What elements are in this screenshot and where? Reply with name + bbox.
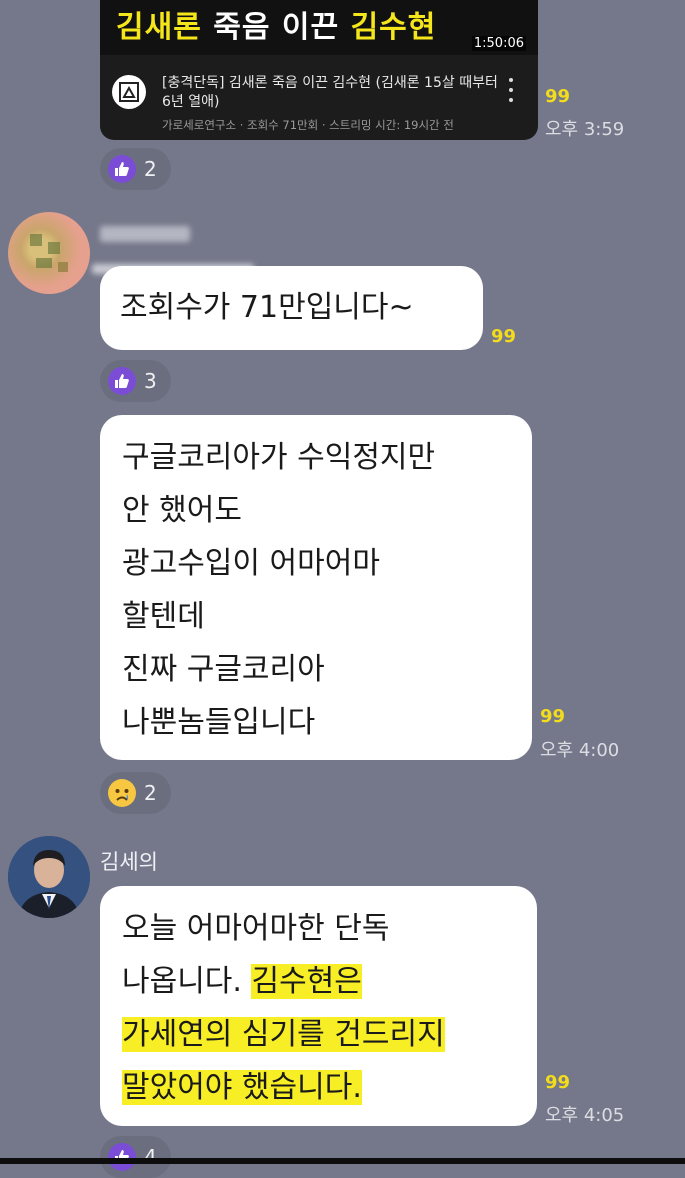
thumbs-up-icon bbox=[108, 155, 136, 183]
video-duration: 1:50:06 bbox=[471, 36, 526, 51]
read-count: 99 bbox=[545, 1072, 571, 1093]
highlighted-text: 말았어야 했습니다. bbox=[122, 1070, 362, 1105]
thumbs-up-icon bbox=[108, 1143, 136, 1171]
message-time: 오후 3:59 bbox=[545, 119, 625, 140]
reaction-count: 3 bbox=[144, 369, 157, 393]
reaction-count: 2 bbox=[144, 157, 157, 181]
message-bubble[interactable]: 구글코리아가 수익정지만 안 했어도 광고수입이 어마어마 할텐데 진짜 구글코… bbox=[100, 415, 532, 760]
reaction-like[interactable]: 2 bbox=[100, 148, 171, 190]
message-text: 조회수가 71만입니다~ bbox=[120, 290, 414, 325]
sender-name: 김세의 bbox=[100, 850, 158, 874]
message-text-part: 나옵니다. bbox=[122, 964, 252, 999]
highlighted-text: 가세연의 심기를 건드리지 bbox=[122, 1017, 445, 1052]
read-count: 99 bbox=[545, 86, 571, 107]
message-text: 말았어야 했습니다. bbox=[122, 1061, 515, 1114]
video-meta: 가로세로연구소 · 조회수 71만회 · 스트리밍 시간: 19시간 전 bbox=[162, 118, 454, 132]
more-options-icon[interactable] bbox=[504, 78, 518, 102]
avatar[interactable] bbox=[8, 212, 90, 294]
thumbnail-caption-part: 김수현 bbox=[350, 10, 437, 45]
thumbs-up-icon bbox=[108, 367, 136, 395]
read-count: 99 bbox=[491, 326, 517, 347]
video-thumbnail[interactable]: 김새론 죽음 이끈 김수현 1:50:06 bbox=[100, 0, 538, 55]
message-text: 진짜 구글코리아 bbox=[122, 652, 325, 687]
message-text: 구글코리아가 수익정지만 bbox=[122, 440, 436, 475]
message-text: 나옵니다. 김수현은 bbox=[122, 955, 515, 1008]
read-count: 99 bbox=[540, 706, 566, 727]
message-text: 오늘 어마어마한 단독 bbox=[122, 911, 390, 946]
reaction-like[interactable]: 4 bbox=[100, 1136, 171, 1178]
message-text: 광고수입이 어마어마 bbox=[122, 546, 380, 581]
avatar[interactable] bbox=[8, 836, 90, 918]
thumbnail-caption: 김새론 죽음 이끈 김수현 bbox=[116, 2, 436, 46]
screen-bottom-edge bbox=[0, 1158, 685, 1164]
youtube-link-card[interactable]: 김새론 죽음 이끈 김수현 1:50:06 [충격단독] 김새론 죽음 이끈 김… bbox=[100, 0, 538, 140]
message-bubble[interactable]: 조회수가 71만입니다~ bbox=[100, 266, 483, 350]
reaction-like[interactable]: 3 bbox=[100, 360, 171, 402]
reaction-count: 2 bbox=[144, 781, 157, 805]
thumbnail-caption-part: 죽음 이끈 bbox=[213, 10, 340, 45]
message-text: 가세연의 심기를 건드리지 bbox=[122, 1008, 515, 1061]
reaction-sad[interactable]: 2 bbox=[100, 772, 171, 814]
message-time: 오후 4:00 bbox=[540, 740, 620, 761]
message-text: 나뿐놈들입니다 bbox=[122, 705, 316, 740]
channel-logo-icon bbox=[112, 75, 146, 109]
crying-face-icon bbox=[108, 779, 136, 807]
reaction-count: 4 bbox=[144, 1145, 157, 1169]
message-text: 할텐데 bbox=[122, 599, 205, 634]
thumbnail-caption-part: 김새론 bbox=[116, 10, 202, 45]
sender-name-redacted bbox=[100, 226, 190, 242]
message-bubble[interactable]: 오늘 어마어마한 단독 나옵니다. 김수현은 가세연의 심기를 건드리지 말았어… bbox=[100, 886, 537, 1126]
message-time: 오후 4:05 bbox=[545, 1105, 625, 1126]
message-text: 안 했어도 bbox=[122, 493, 242, 528]
highlighted-text: 김수현은 bbox=[251, 964, 362, 999]
video-title[interactable]: [충격단독] 김새론 죽음 이끈 김수현 (김새론 15살 때부터 6년 열애) bbox=[162, 74, 502, 112]
